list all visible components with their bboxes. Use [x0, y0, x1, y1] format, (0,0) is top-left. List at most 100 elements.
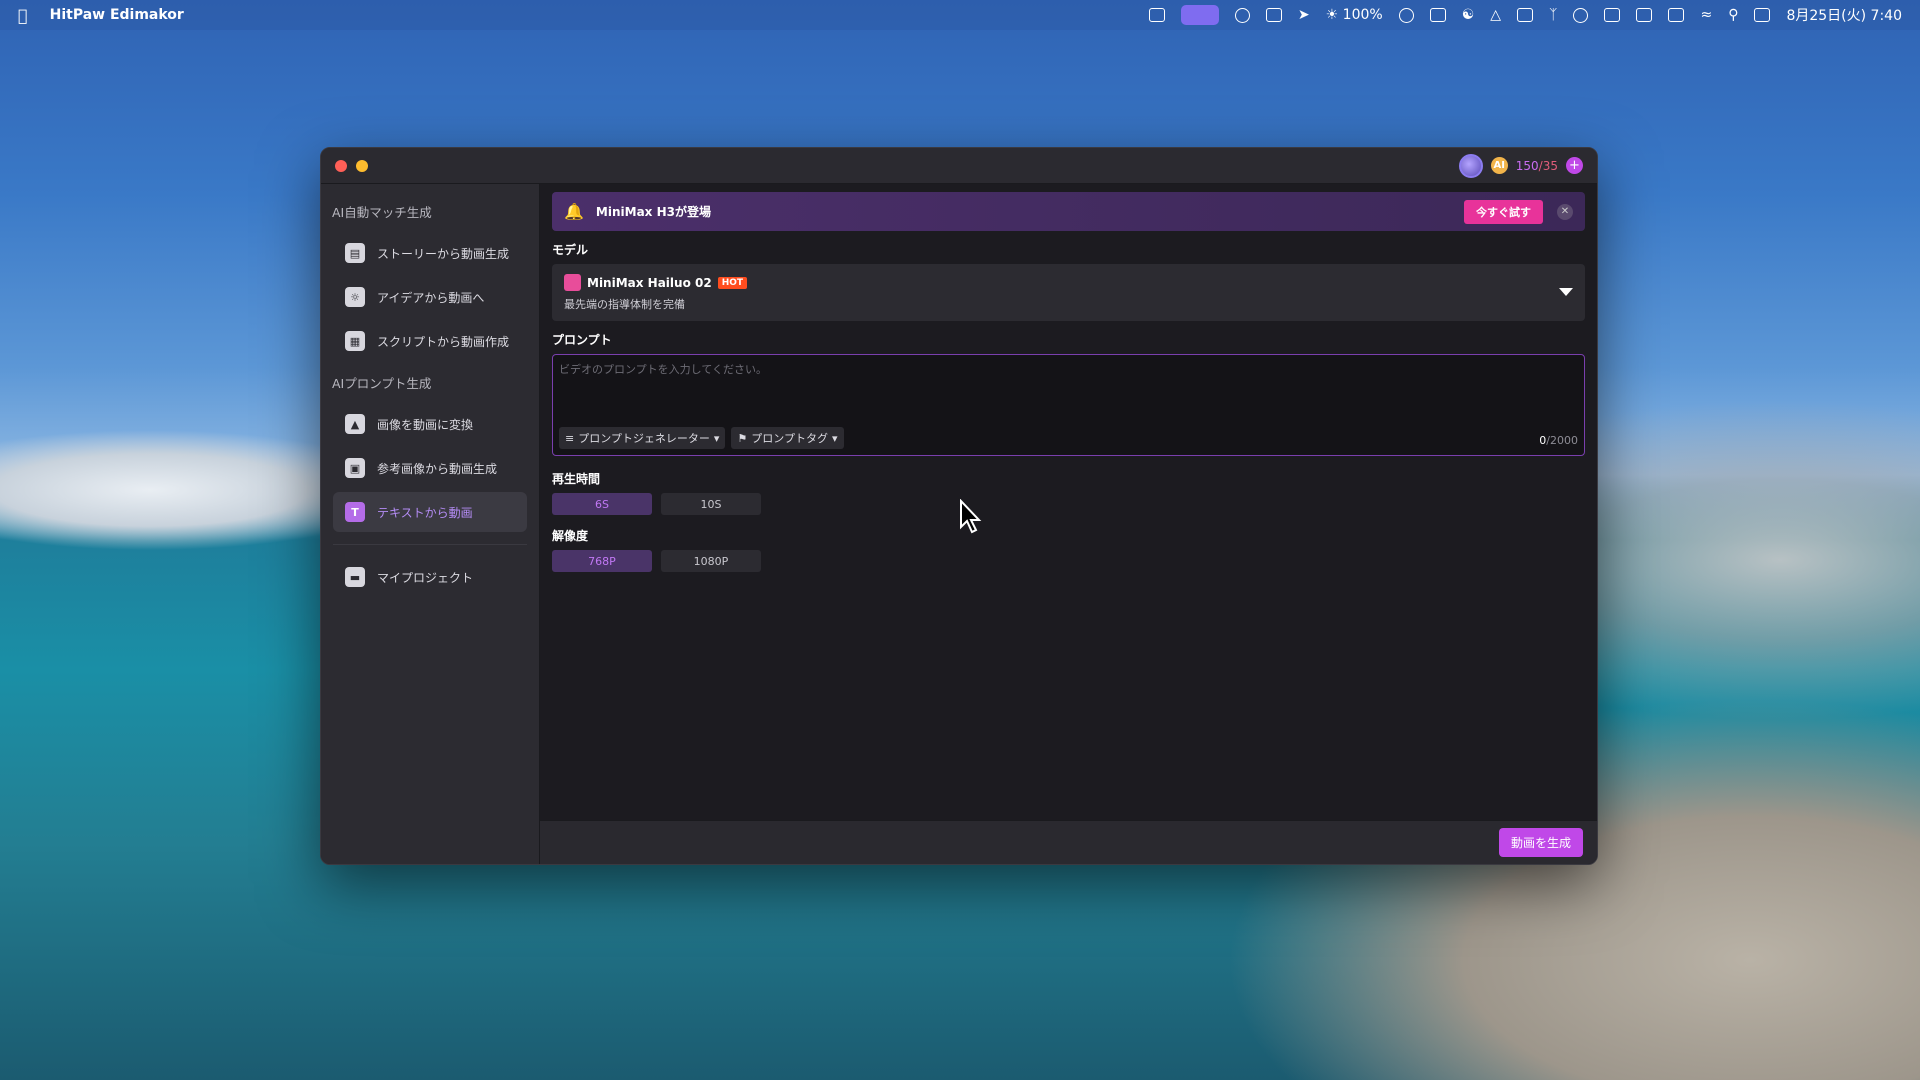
folder-icon: ▬ — [345, 567, 365, 587]
reference-image-icon: ▣ — [345, 458, 365, 478]
minimize-window-button[interactable] — [356, 159, 368, 172]
sidebar-item-label: マイプロジェクト — [377, 570, 474, 585]
tag-icon: ⚑ — [737, 431, 748, 445]
sidebar-item-label: 画像を動画に変換 — [377, 417, 474, 432]
mouse-cursor-icon — [960, 499, 982, 534]
sidebar-item-image-to-video[interactable]: ▲ 画像を動画に変換 — [333, 404, 527, 444]
close-banner-icon[interactable]: ✕ — [1557, 203, 1573, 220]
credits-display: 150/35 — [1516, 159, 1558, 173]
generator-form: 🔔 MiniMax H3が登場 今すぐ試す ✕ モデル MiniMax Hail… — [540, 184, 1597, 820]
action-bar: 動画を生成 — [540, 820, 1597, 864]
sidebar-item-idea-to-video[interactable]: ☼ アイデアから動画へ — [333, 277, 527, 317]
wifi-icon[interactable]: ≈ — [1700, 7, 1712, 23]
sidebar-item-label: ストーリーから動画生成 — [377, 246, 510, 261]
model-name-row: MiniMax Hailuo 02 HOT — [564, 274, 1573, 291]
notification-icon[interactable] — [1517, 8, 1534, 22]
prompt-label: プロンプト — [552, 333, 612, 347]
chat-icon[interactable] — [1234, 7, 1250, 23]
resolution-option-1080p[interactable]: 1080P — [661, 550, 761, 572]
screenshot-icon[interactable] — [1265, 8, 1282, 22]
character-max: /2000 — [1546, 434, 1578, 447]
clock[interactable]: 8月25日(火) 7:40 — [1786, 5, 1902, 25]
drive-icon[interactable]: △ — [1490, 7, 1501, 23]
avatar[interactable] — [1458, 153, 1483, 178]
credits-total: 35 — [1542, 158, 1558, 173]
script-icon: ▦ — [345, 331, 365, 351]
add-credits-button[interactable]: + — [1566, 157, 1583, 174]
resolution-option-768p[interactable]: 768P — [552, 550, 652, 572]
menu-bar:  HitPaw Edimakor ➤ ☀ 100% ☯ △ ᛉ ≈ ⚲ 8月2… — [0, 0, 1920, 30]
status-app-icon[interactable] — [1148, 8, 1165, 22]
battery-icon[interactable] — [1668, 8, 1685, 22]
sidebar-item-label: スクリプトから動画作成 — [377, 334, 510, 349]
document-icon: ▤ — [345, 243, 365, 263]
input-source-icon[interactable] — [1636, 8, 1653, 22]
bell-icon: 🔔 — [564, 202, 584, 221]
model-select[interactable]: MiniMax Hailuo 02 HOT 最先端の指導体制を完備 — [552, 264, 1585, 321]
sidebar-item-label: 参考画像から動画生成 — [377, 461, 498, 476]
sidebar-item-label: テキストから動画 — [377, 505, 473, 520]
lightbulb-icon: ☼ — [345, 287, 365, 307]
resolution-label: 解像度 — [552, 529, 589, 543]
sidebar-item-text-to-video[interactable]: T テキストから動画 — [333, 492, 527, 532]
announcement-banner: 🔔 MiniMax H3が登場 今すぐ試す ✕ — [552, 192, 1585, 231]
sidebar-section-ai-prompt: AIプロンプト生成 — [332, 376, 432, 391]
control-center-icon[interactable] — [1754, 8, 1771, 22]
close-window-button[interactable] — [335, 159, 347, 172]
model-label: モデル — [552, 243, 589, 257]
split-view-icon[interactable] — [1604, 8, 1621, 22]
cloud-icon[interactable]: ☯ — [1462, 7, 1475, 23]
banner-text: MiniMax H3が登場 — [595, 205, 711, 219]
minimax-logo-icon — [564, 274, 581, 291]
title-bar: AI 150/35 + — [321, 148, 1597, 184]
model-description: 最先端の指導体制を完備 — [564, 298, 685, 311]
sidebar-item-script-to-video[interactable]: ▦ スクリプトから動画作成 — [333, 321, 527, 361]
sidebar-item-my-projects[interactable]: ▬ マイプロジェクト — [333, 557, 527, 597]
character-counter: 0/2000 — [1539, 434, 1578, 447]
info-icon[interactable] — [1398, 7, 1414, 23]
main-panel: 🔔 MiniMax H3が登場 今すぐ試す ✕ モデル MiniMax Hail… — [540, 184, 1597, 864]
prompt-box: ≡ プロンプトジェネレーター ▾ ⚑ プロンプトタグ ▾ 0/2000 — [552, 354, 1585, 456]
play-icon[interactable] — [1573, 7, 1589, 23]
image-icon: ▲ — [345, 414, 365, 434]
sidebar: AI自動マッチ生成 ▤ ストーリーから動画生成 ☼ アイデアから動画へ ▦ スク… — [321, 184, 540, 864]
chevron-down-icon[interactable] — [1559, 288, 1573, 296]
hot-badge: HOT — [717, 276, 748, 289]
sidebar-section-auto-match: AI自動マッチ生成 — [332, 205, 432, 220]
sidebar-item-story-to-video[interactable]: ▤ ストーリーから動画生成 — [333, 233, 527, 273]
text-icon: T — [345, 502, 365, 522]
prompt-generator-button[interactable]: ≡ プロンプトジェネレーター ▾ — [559, 427, 726, 449]
apple-menu-icon[interactable]:  — [18, 6, 28, 25]
duration-option-6s[interactable]: 6S — [552, 493, 652, 515]
model-name: MiniMax Hailuo 02 — [587, 275, 712, 290]
duration-label: 再生時間 — [552, 472, 601, 486]
active-app-name[interactable]: HitPaw Edimakor — [50, 7, 184, 23]
credits-used: 150 — [1515, 158, 1539, 173]
generate-video-button[interactable]: 動画を生成 — [1498, 828, 1583, 857]
status-items: ➤ ☀ 100% ☯ △ ᛉ ≈ ⚲ 8月25日(火) 7:40 — [1148, 5, 1902, 25]
prompt-generator-label: プロンプトジェネレーター — [578, 432, 710, 445]
duration-options: 6S 10S — [552, 493, 1585, 515]
brightness-value: 100% — [1342, 7, 1383, 23]
coin-icon: AI — [1490, 157, 1508, 174]
sidebar-item-label: アイデアから動画へ — [377, 290, 485, 305]
sidebar-item-reference-image-to-video[interactable]: ▣ 参考画像から動画生成 — [333, 448, 527, 488]
sidebar-divider — [333, 544, 527, 545]
prompt-input[interactable] — [553, 355, 1584, 421]
dropdown-arrow-icon: ▾ — [713, 431, 720, 445]
bluetooth-icon[interactable]: ᛉ — [1549, 7, 1557, 23]
brightness-status[interactable]: ☀ 100% — [1326, 7, 1383, 23]
dropdown-arrow-icon: ▾ — [831, 431, 838, 445]
prompt-tag-label: プロンプトタグ — [751, 432, 828, 445]
screen-record-icon[interactable] — [1180, 5, 1219, 25]
prompt-tag-button[interactable]: ⚑ プロンプトタグ ▾ — [731, 427, 844, 449]
spotlight-search-icon[interactable]: ⚲ — [1728, 7, 1738, 23]
prompt-tools: ≡ プロンプトジェネレーター ▾ ⚑ プロンプトタグ ▾ — [559, 427, 844, 449]
account-area: AI 150/35 + — [1458, 153, 1583, 178]
translate-icon[interactable] — [1429, 8, 1446, 22]
try-now-button[interactable]: 今すぐ試す — [1464, 199, 1543, 224]
resolution-options: 768P 1080P — [552, 550, 1585, 572]
send-icon[interactable]: ➤ — [1298, 7, 1310, 23]
duration-option-10s[interactable]: 10S — [661, 493, 761, 515]
list-icon: ≡ — [565, 431, 575, 445]
